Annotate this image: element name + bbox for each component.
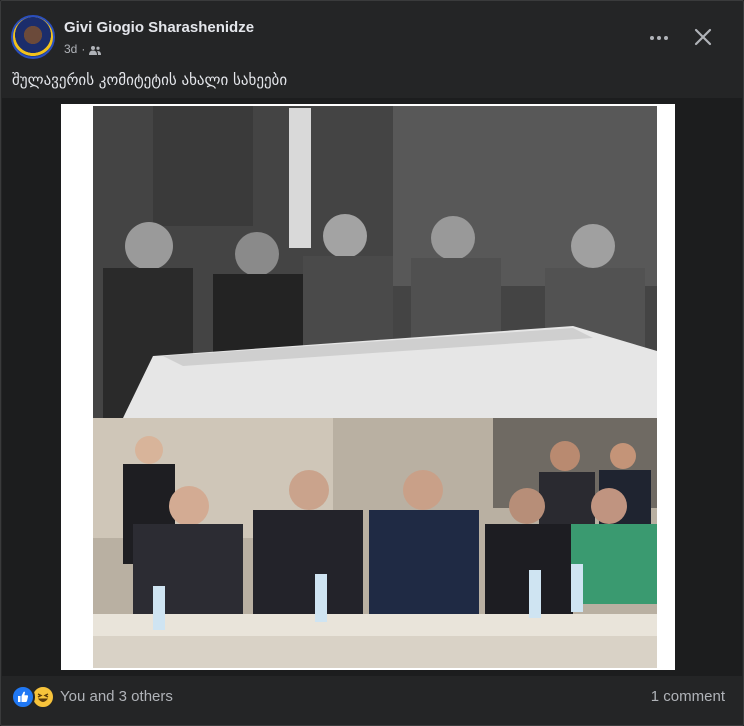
more-horizontal-icon xyxy=(649,28,669,46)
post-header: Givi Giogio Sharashenidze 3d · xyxy=(11,15,733,65)
post-footer: You and 3 others 1 comment xyxy=(1,677,743,717)
more-options-button[interactable] xyxy=(647,27,671,47)
reaction-icons[interactable] xyxy=(11,685,55,709)
post-meta: 3d · xyxy=(64,42,102,56)
reactions-summary[interactable]: You and 3 others xyxy=(60,688,173,705)
meta-separator: · xyxy=(81,42,86,56)
like-icon xyxy=(11,685,35,709)
close-icon xyxy=(691,28,715,53)
post-caption: შულავერის კომიტეტის ახალი სახეები xyxy=(12,71,288,89)
meeting-photo xyxy=(93,418,657,668)
post-photo[interactable] xyxy=(61,104,675,670)
author-avatar[interactable] xyxy=(11,15,55,59)
post-timestamp[interactable]: 3d xyxy=(64,42,77,56)
post-card: Givi Giogio Sharashenidze 3d · შულავერის… xyxy=(0,0,744,726)
post-media-area xyxy=(2,98,742,676)
historical-photo xyxy=(93,106,657,418)
comments-count[interactable]: 1 comment xyxy=(651,688,725,705)
friends-icon[interactable] xyxy=(89,44,102,55)
close-button[interactable] xyxy=(691,25,715,49)
author-name[interactable]: Givi Giogio Sharashenidze xyxy=(64,19,254,36)
